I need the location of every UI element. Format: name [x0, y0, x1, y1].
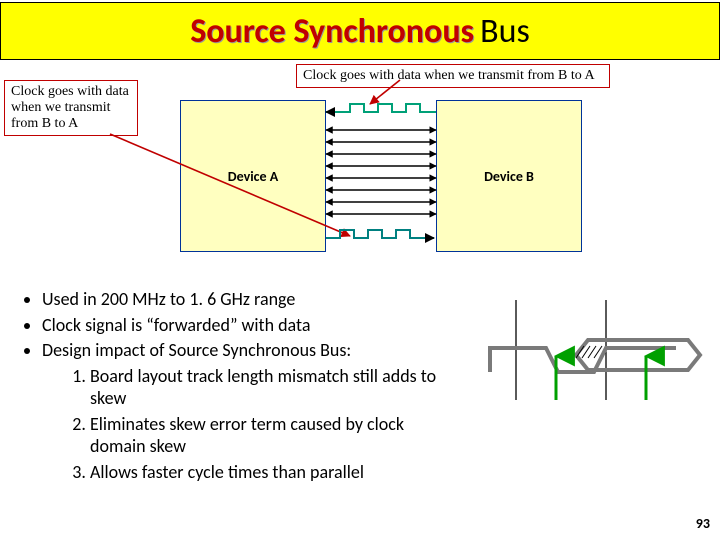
timing-diagram: [476, 300, 706, 420]
page-number: 93: [696, 515, 710, 532]
title-emph: Source Synchronous: [190, 11, 474, 52]
bullet-list: Used in 200 MHz to 1. 6 GHz range Clock …: [20, 288, 456, 486]
callout-left: Clock goes with data when we transmit fr…: [4, 80, 138, 136]
data-bus: [326, 130, 436, 214]
device-a-label: Device A: [228, 168, 278, 185]
bullet-3-text: Design impact of Source Synchronous Bus:: [42, 339, 351, 361]
device-b-label: Device B: [484, 168, 534, 185]
device-b: Device B: [436, 100, 582, 252]
clock-bottom: [326, 230, 424, 238]
bullet-2: Clock signal is “forwarded” with data: [42, 314, 456, 337]
device-a: Device A: [180, 100, 326, 252]
title-rest: Bus: [480, 11, 530, 52]
clock-top: [336, 104, 436, 112]
numbered-3: Allows faster cycle times than parallel: [90, 461, 456, 484]
numbered-1: Board layout track length mismatch still…: [90, 365, 456, 410]
callout-top: Clock goes with data when we transmit fr…: [296, 64, 610, 88]
bullet-1: Used in 200 MHz to 1. 6 GHz range: [42, 288, 456, 311]
numbered-2: Eliminates skew error term caused by clo…: [90, 413, 456, 458]
bullet-3: Design impact of Source Synchronous Bus:…: [42, 339, 456, 483]
title-bar: Source Synchronous Bus: [0, 2, 720, 60]
